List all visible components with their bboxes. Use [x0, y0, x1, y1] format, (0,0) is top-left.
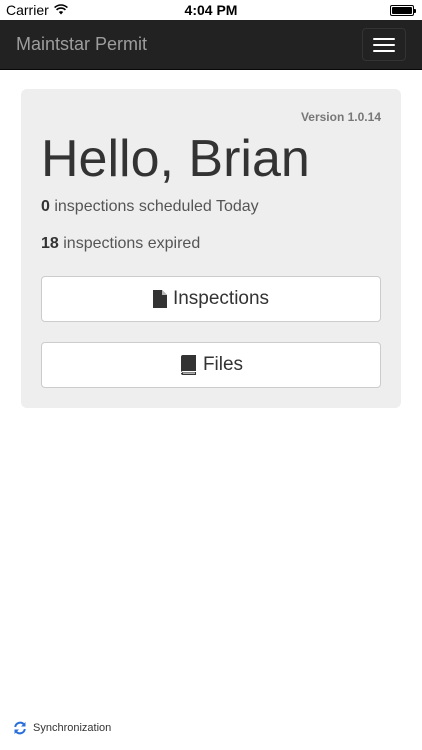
battery-icon: [390, 5, 416, 16]
app-brand[interactable]: Maintstar Permit: [16, 34, 147, 55]
menu-toggle-button[interactable]: [362, 28, 406, 61]
sync-link[interactable]: Synchronization: [13, 721, 111, 735]
app-screen: Carrier 4:04 PM Maintstar Permit Version…: [0, 0, 422, 750]
welcome-card: Version 1.0.14 Hello, Brian 0 inspection…: [21, 89, 401, 408]
status-time: 4:04 PM: [184, 2, 238, 18]
expired-count: 18: [41, 235, 59, 252]
refresh-icon: [13, 721, 27, 735]
scheduled-stat: 0 inspections scheduled Today: [41, 198, 259, 216]
files-label: Files: [202, 354, 244, 375]
expired-text: inspections expired: [58, 235, 201, 252]
book-icon: [179, 355, 197, 375]
greeting-heading: Hello, Brian: [41, 130, 310, 188]
expired-stat: 18 inspections expired: [41, 235, 200, 253]
files-button[interactable]: Files: [41, 342, 381, 388]
inspections-label: Inspections: [172, 288, 270, 309]
file-icon: [152, 290, 167, 308]
scheduled-count: 0: [41, 198, 50, 215]
scheduled-text: inspections scheduled Today: [49, 198, 259, 215]
status-bar: Carrier 4:04 PM: [0, 0, 422, 20]
sync-label: Synchronization: [33, 722, 112, 734]
inspections-button[interactable]: Inspections: [41, 276, 381, 322]
navbar: Maintstar Permit: [0, 20, 422, 70]
version-label: Version 1.0.14: [300, 110, 381, 124]
